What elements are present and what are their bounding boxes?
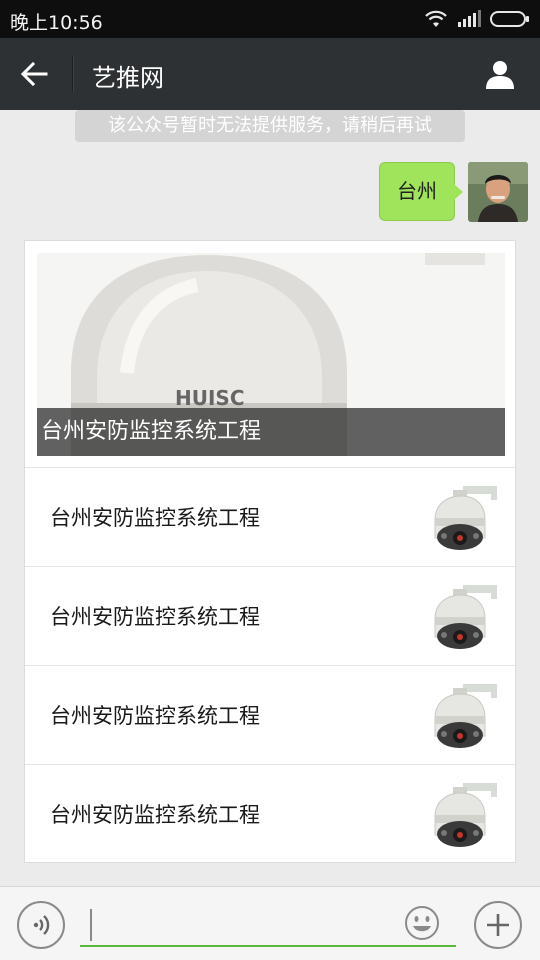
list-item-title: 台州安防监控系统工程 — [50, 704, 260, 728]
battery-icon — [490, 11, 529, 27]
plus-icon — [487, 914, 509, 936]
back-button[interactable] — [12, 54, 56, 94]
camera-thumbnail — [429, 680, 501, 752]
status-icons — [424, 9, 530, 29]
wifi-icon — [425, 10, 447, 27]
status-bar: 晚上10:56 — [0, 0, 540, 38]
list-item-title: 台州安防监控系统工程 — [50, 605, 260, 629]
more-button[interactable] — [474, 901, 522, 949]
list-item-title: 台州安防监控系统工程 — [50, 803, 260, 827]
voice-button[interactable] — [17, 901, 65, 949]
page-title: 艺推网 — [92, 64, 164, 92]
emoji-icon — [405, 906, 439, 940]
status-time: 晚上10:56 — [10, 12, 103, 34]
signal-icon — [458, 10, 481, 27]
profile-button[interactable] — [480, 54, 520, 94]
list-item-title: 台州安防监控系统工程 — [50, 506, 260, 530]
cover-title: 台州安防监控系统工程 — [37, 408, 505, 456]
article-card: HUISC 台州安防监控系统工程 台州安防监控系统工程 台州安防监控系统工程 台… — [24, 240, 516, 863]
list-item[interactable]: 台州安防监控系统工程 — [25, 665, 515, 764]
message-input[interactable] — [80, 903, 456, 947]
list-item[interactable]: 台州安防监控系统工程 — [25, 467, 515, 566]
camera-thumbnail — [429, 779, 501, 851]
title-divider — [72, 56, 73, 92]
article-cover[interactable]: HUISC 台州安防监控系统工程 — [37, 253, 505, 456]
avatar[interactable] — [468, 162, 528, 222]
sent-message-bubble[interactable]: 台州 — [379, 162, 455, 221]
system-notice: 该公众号暂时无法提供服务，请稍后再试 — [75, 110, 465, 142]
camera-brand-text: HUISC — [175, 386, 245, 410]
list-item[interactable]: 台州安防监控系统工程 — [25, 764, 515, 863]
bubble-tail — [454, 184, 463, 200]
list-item[interactable]: 台州安防监控系统工程 — [25, 566, 515, 665]
camera-thumbnail — [429, 581, 501, 653]
arrow-left-icon — [20, 61, 48, 87]
person-icon — [486, 61, 514, 89]
text-cursor — [90, 909, 92, 941]
voice-icon — [33, 915, 50, 935]
input-bar — [0, 886, 540, 960]
emoji-button[interactable] — [404, 905, 440, 941]
camera-thumbnail — [429, 482, 501, 554]
title-bar: 艺推网 — [0, 38, 540, 110]
